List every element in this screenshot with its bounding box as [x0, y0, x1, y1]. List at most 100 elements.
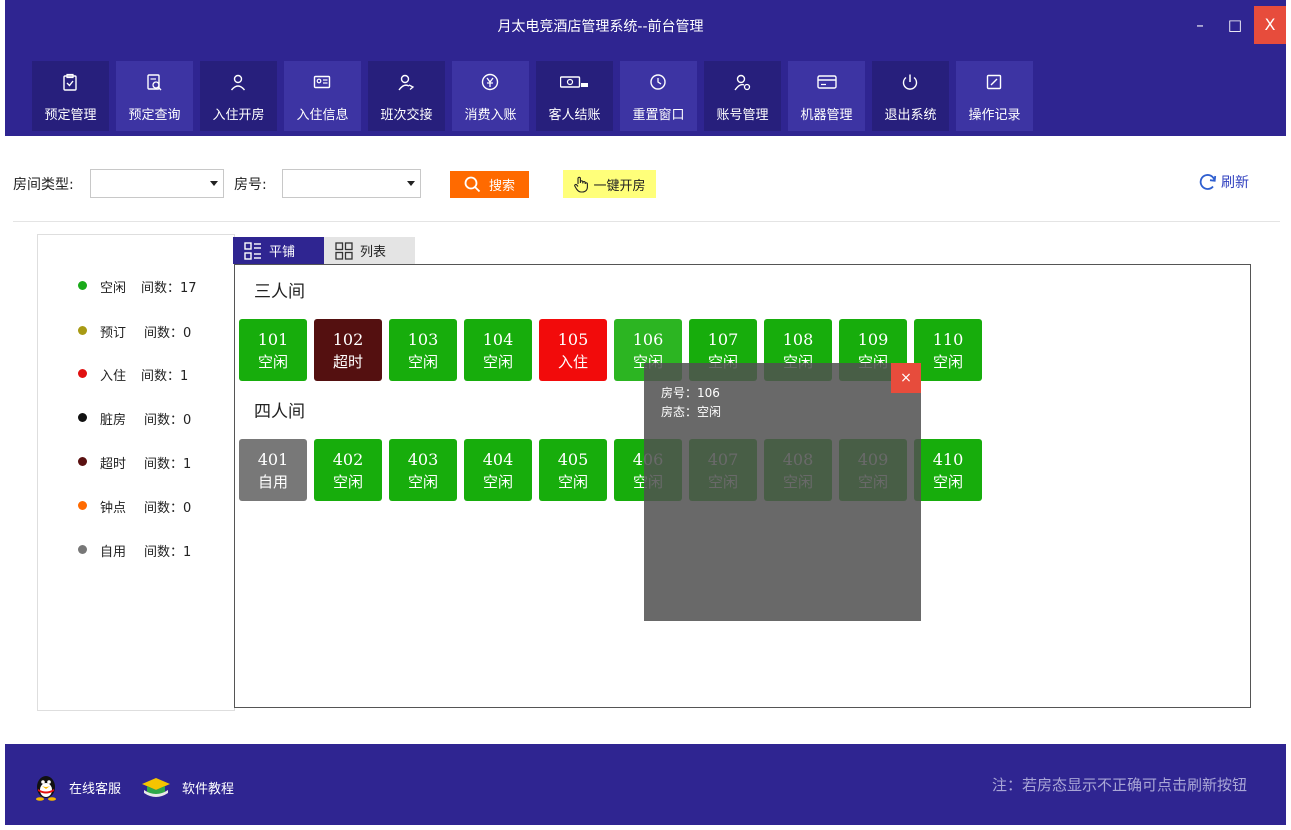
legend-status-count: 间数：1: [144, 545, 192, 560]
room-number: 108: [782, 330, 814, 349]
graduation-cap-icon: [142, 778, 170, 797]
close-button[interactable]: X: [1254, 6, 1286, 44]
nav-item-3[interactable]: 入住开房: [200, 61, 277, 131]
room-tile[interactable]: 405 空闲: [539, 439, 607, 501]
nav-item-7[interactable]: 客人结账: [536, 61, 613, 131]
refresh-label: 刷新: [1221, 175, 1249, 191]
legend-status-name: 超时: [100, 457, 127, 472]
tooltip-close-button[interactable]: ×: [891, 363, 921, 393]
room-number: 101: [257, 330, 289, 349]
nav-item-4[interactable]: 入住信息: [284, 61, 361, 131]
search-document-icon: [146, 74, 161, 91]
app-window: 月太电竞酒店管理系统--前台管理 – □ X 预定管理 预定查询 入住开房 入住信息 班…: [0, 0, 1291, 830]
chevron-down-icon: [407, 181, 415, 186]
room-number: 410: [932, 450, 964, 469]
nav-item-10[interactable]: 机器管理: [788, 61, 865, 131]
window-title: 月太电竞酒店管理系统--前台管理: [497, 19, 704, 35]
legend-status-count: 间数：1: [141, 369, 189, 384]
room-number: 401: [257, 450, 289, 469]
room-number: 107: [707, 330, 739, 349]
power-icon: [902, 74, 917, 90]
room-number: 403: [407, 450, 439, 469]
room-tile[interactable]: 110 空闲: [914, 319, 982, 381]
legend-status-name: 自用: [100, 545, 127, 560]
room-tile[interactable]: 102 超时: [314, 319, 382, 381]
nav-item-5[interactable]: 班次交接: [368, 61, 445, 131]
nav-item-label: 入住信息: [296, 108, 349, 123]
room-status: 空闲: [482, 473, 513, 491]
nav-item-11[interactable]: 退出系统: [872, 61, 949, 131]
legend-status-name: 钟点: [100, 501, 127, 516]
tooltip-room-status: 房态：空闲: [661, 405, 722, 419]
id-card-icon: [313, 75, 330, 89]
status-legend: 空闲 间数：17 预订 间数：0 入住 间数：1 脏房 间数：0 超时 间数：1 钟点 间数：0 自用间…: [37, 234, 235, 711]
footer-bar: 在线客服 软件教程 注：若房态显示不正确可点击刷新按钮: [5, 744, 1286, 825]
room-tile[interactable]: 410 空闲: [914, 439, 982, 501]
tab-list-view[interactable]: 列表: [324, 237, 415, 264]
room-status: 空闲: [932, 473, 963, 491]
room-status: 空闲: [332, 473, 363, 491]
nav-item-12[interactable]: 操作记录: [956, 61, 1033, 131]
tab-list-label: 列表: [360, 245, 387, 260]
refresh-icon: [1199, 174, 1217, 190]
minimize-button[interactable]: –: [1185, 10, 1215, 42]
room-tile[interactable]: 404 空闲: [464, 439, 532, 501]
status-dot-icon: [78, 326, 87, 335]
room-number-label: 房号:: [234, 177, 267, 193]
room-group-title: 四人间: [254, 402, 305, 422]
room-status: 空闲: [482, 353, 513, 371]
online-service-label: 在线客服: [69, 781, 122, 797]
room-number: 405: [557, 450, 589, 469]
room-tile[interactable]: 105 入住: [539, 319, 607, 381]
nav-item-9[interactable]: 账号管理: [704, 61, 781, 131]
room-tile[interactable]: 401 自用: [239, 439, 307, 501]
one-click-checkin-button[interactable]: 一键开房: [563, 170, 656, 198]
refresh-button[interactable]: 刷新: [1198, 171, 1249, 193]
search-button[interactable]: 搜索: [450, 171, 529, 198]
room-number: 102: [332, 330, 364, 349]
software-tutorial-link[interactable]: 软件教程: [140, 772, 234, 802]
status-dot-icon: [78, 457, 87, 466]
legend-status-count: 间数：0: [144, 326, 192, 341]
status-dot-icon: [78, 413, 87, 422]
room-status: 空闲: [557, 473, 588, 491]
nav-item-label: 预定管理: [44, 108, 97, 123]
edit-square-icon: [986, 74, 1001, 90]
maximize-button[interactable]: □: [1220, 10, 1250, 42]
nav-item-6[interactable]: 消费入账: [452, 61, 529, 131]
user-swap-icon: [397, 74, 414, 91]
room-tile[interactable]: 402 空闲: [314, 439, 382, 501]
nav-item-label: 退出系统: [884, 108, 937, 123]
hand-pointer-icon: [574, 176, 589, 193]
user-settings-icon: [733, 74, 750, 91]
room-number: 105: [557, 330, 589, 349]
room-status: 自用: [257, 473, 288, 491]
room-number: 402: [332, 450, 364, 469]
room-tile[interactable]: 101 空闲: [239, 319, 307, 381]
tooltip-room-number: 房号：106: [661, 386, 720, 400]
footer-note: 注：若房态显示不正确可点击刷新按钮: [991, 776, 1247, 794]
nav-item-1[interactable]: 预定管理: [32, 61, 109, 131]
qq-penguin-icon: [36, 776, 56, 801]
nav-item-label: 入住开房: [212, 108, 265, 123]
status-dot-icon: [78, 369, 87, 378]
legend-status-name: 预订: [100, 326, 127, 341]
nav-item-2[interactable]: 预定查询: [116, 61, 193, 131]
yuan-circle-icon: [481, 73, 498, 91]
legend-status-name: 空闲: [100, 281, 127, 296]
room-tile[interactable]: 103 空闲: [389, 319, 457, 381]
room-number-select[interactable]: [282, 169, 421, 198]
room-number: 106: [632, 330, 664, 349]
room-tile[interactable]: 104 空闲: [464, 319, 532, 381]
search-button-label: 搜索: [488, 179, 515, 194]
cash-register-icon: [559, 76, 588, 88]
room-type-select[interactable]: [90, 169, 224, 198]
nav-item-8[interactable]: 重置窗口: [620, 61, 697, 131]
online-service-link[interactable]: 在线客服: [33, 772, 121, 802]
room-tile[interactable]: 403 空闲: [389, 439, 457, 501]
room-status: 入住: [557, 353, 588, 371]
search-icon: [464, 176, 481, 193]
room-status: 超时: [332, 353, 363, 371]
nav-item-label: 操作记录: [968, 108, 1021, 123]
tab-tile-view[interactable]: 平铺: [233, 237, 324, 264]
